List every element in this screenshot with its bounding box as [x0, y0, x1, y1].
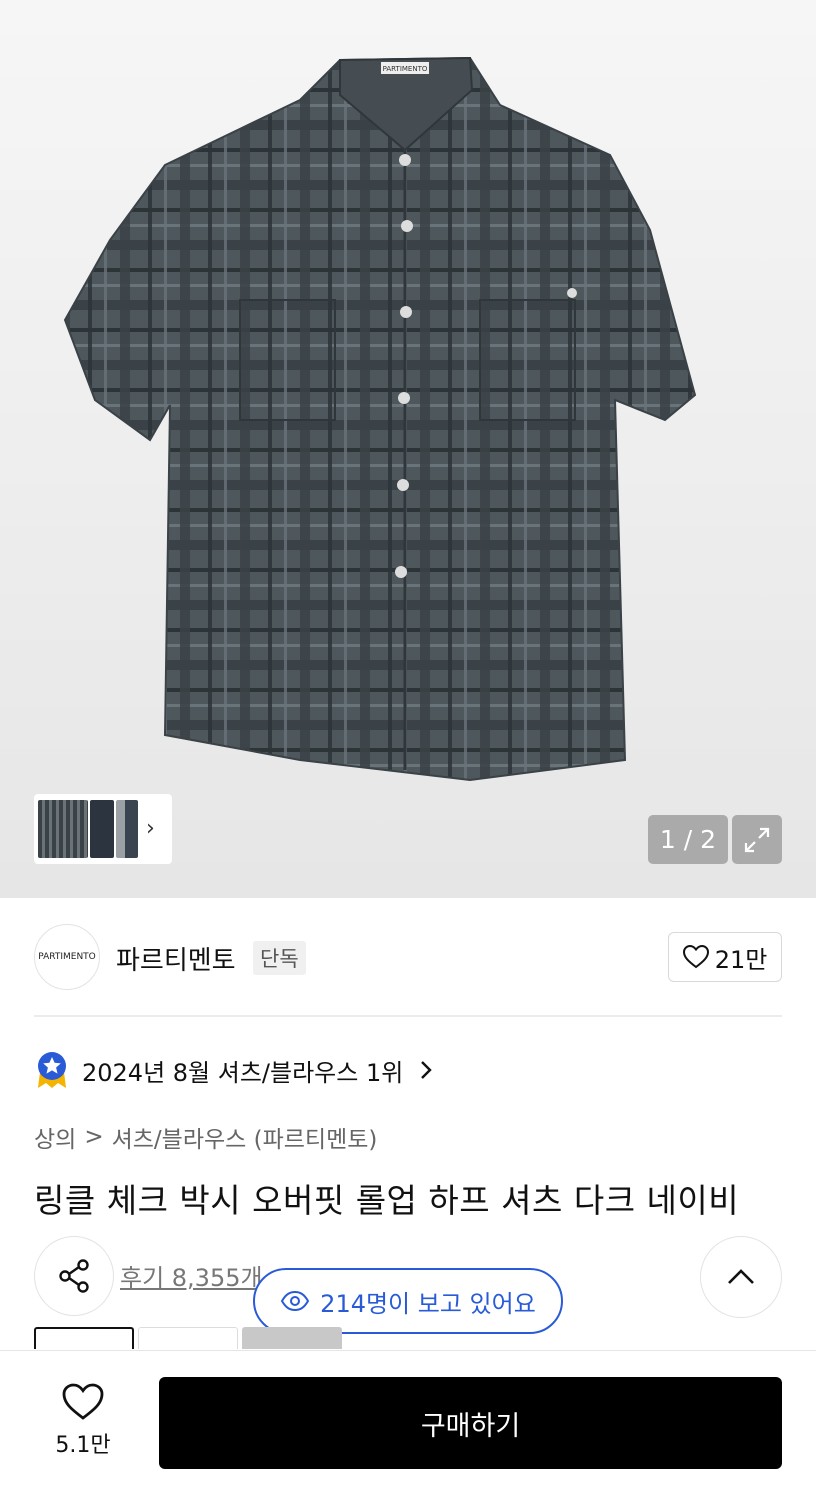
- breadcrumb: 상의 > 셔츠/블라우스 (파르티멘토): [34, 1120, 377, 1154]
- product-image: PARTIMENTO: [63, 56, 697, 782]
- brand-logo[interactable]: PARTIMENTO: [34, 924, 100, 990]
- heart-icon: [62, 1383, 104, 1420]
- buy-button[interactable]: 구매하기: [159, 1377, 782, 1469]
- exclusive-badge: 단독: [253, 941, 306, 975]
- viewers-text: 214명이 보고 있어요: [320, 1289, 536, 1318]
- brand-like-button[interactable]: 21만: [668, 932, 782, 982]
- breadcrumb-separator: >: [84, 1124, 104, 1150]
- color-option-2[interactable]: [138, 1327, 238, 1349]
- color-option-3[interactable]: [242, 1327, 342, 1349]
- shirt-brand-tag: PARTIMENTO: [383, 65, 428, 73]
- color-options: [34, 1327, 342, 1349]
- thumbnail-3[interactable]: [116, 800, 138, 858]
- expand-button[interactable]: [732, 815, 782, 864]
- product-image-gallery[interactable]: PARTIMENTO › 1 / 2: [0, 0, 816, 898]
- product-title: 링클 체크 박시 오버핏 롤업 하프 셔츠 다크 네이비: [34, 1181, 740, 1220]
- rank-badge-icon: [38, 1052, 66, 1088]
- eye-icon: [281, 1291, 310, 1311]
- breadcrumb-category[interactable]: 상의: [34, 1120, 76, 1154]
- viewers-badge: 214명이 보고 있어요: [253, 1268, 563, 1334]
- bottom-action-bar: 5.1만 구매하기: [0, 1350, 816, 1500]
- wishlist-button[interactable]: 5.1만: [40, 1383, 126, 1459]
- breadcrumb-subcategory[interactable]: 셔츠/블라우스 (파르티멘토): [112, 1120, 378, 1154]
- chevron-right-icon: [421, 1061, 433, 1079]
- ranking-text: 2024년 8월 셔츠/블라우스 1위: [82, 1058, 404, 1087]
- expand-icon: [744, 827, 770, 852]
- brand-like-count: 21만: [714, 945, 768, 974]
- chevron-up-icon: [728, 1269, 754, 1284]
- wishlist-count: 5.1만: [55, 1433, 111, 1458]
- color-option-1[interactable]: [34, 1327, 134, 1349]
- share-icon: [59, 1259, 89, 1293]
- ranking-link[interactable]: 2024년 8월 셔츠/블라우스 1위: [34, 1050, 433, 1090]
- thumbnail-strip[interactable]: ›: [34, 794, 172, 864]
- image-pager: 1 / 2: [648, 815, 728, 864]
- review-link[interactable]: 후기 8,355개: [120, 1258, 263, 1293]
- brand-row: PARTIMENTO 파르티멘토 단독 21만: [34, 924, 782, 990]
- scroll-top-button[interactable]: [700, 1236, 782, 1318]
- divider: [34, 1015, 782, 1017]
- brand-name[interactable]: 파르티멘토: [116, 940, 236, 977]
- thumbnail-2[interactable]: [90, 800, 114, 858]
- share-button[interactable]: [34, 1236, 114, 1316]
- chevron-right-icon[interactable]: ›: [146, 818, 155, 840]
- heart-icon: [682, 945, 709, 969]
- thumbnail-1[interactable]: [38, 800, 88, 858]
